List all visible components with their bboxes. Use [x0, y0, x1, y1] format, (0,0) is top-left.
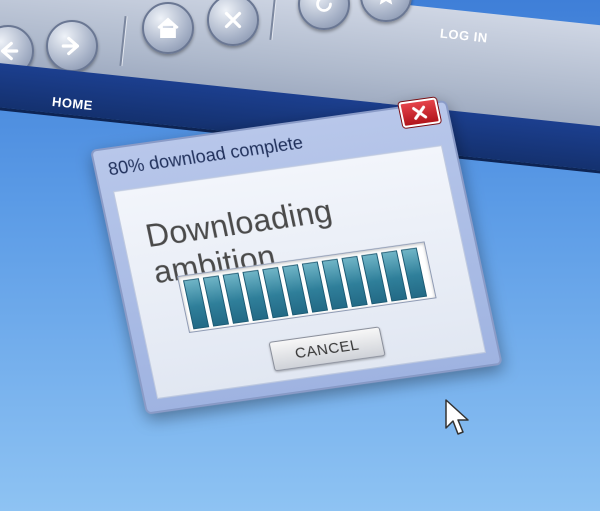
arrow-right-icon: [61, 36, 80, 56]
x-icon: [224, 11, 242, 29]
close-icon: [412, 105, 428, 120]
download-dialog: 80% download complete Downloading ambiti…: [90, 97, 503, 415]
cancel-button[interactable]: CANCEL: [268, 326, 386, 372]
forward-button[interactable]: [46, 20, 98, 72]
arrow-left-icon: [0, 41, 19, 61]
star-icon: [379, 0, 393, 5]
close-button[interactable]: [398, 97, 442, 129]
house-icon: [157, 17, 179, 39]
cursor-icon: [445, 399, 469, 435]
refresh-icon: [316, 0, 332, 12]
home-button[interactable]: [142, 2, 194, 54]
